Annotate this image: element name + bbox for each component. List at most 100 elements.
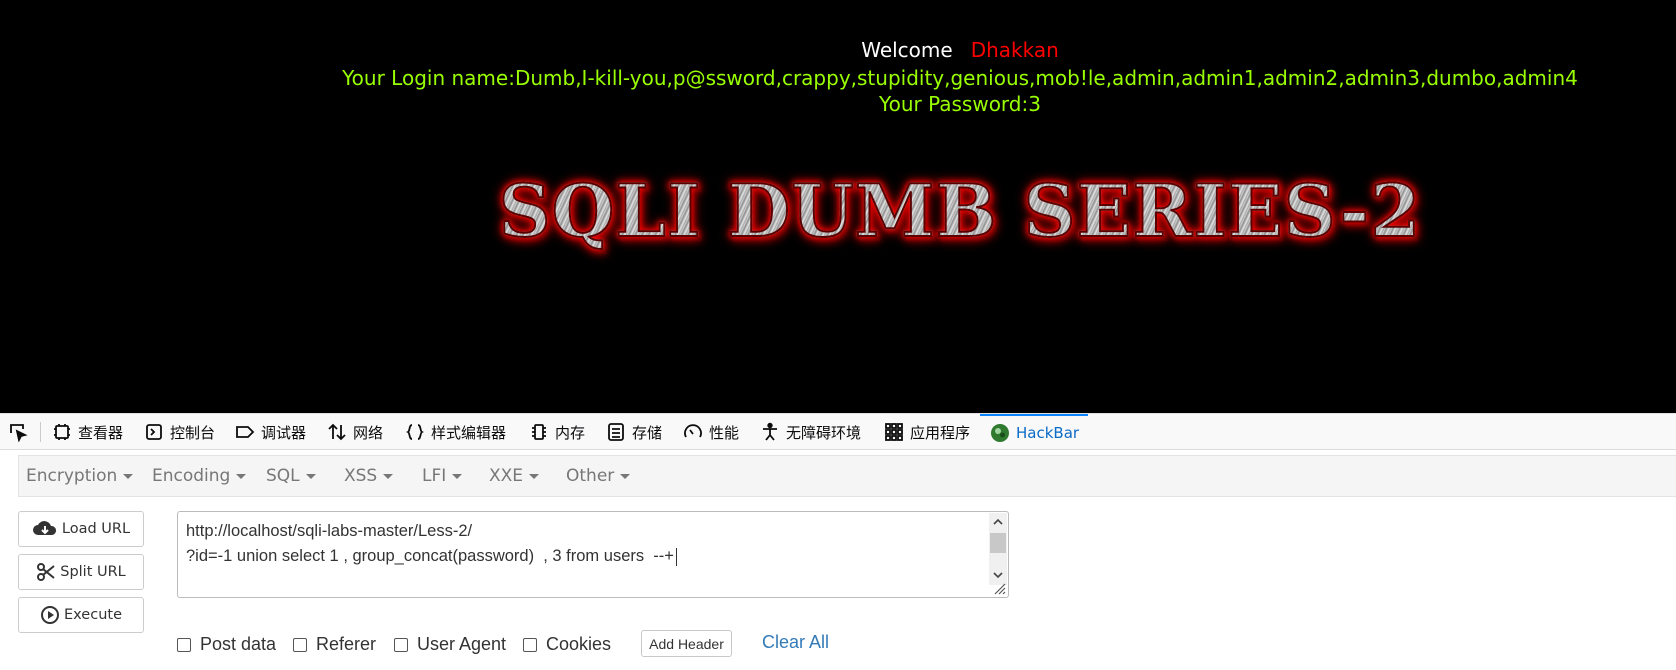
menu-label: LFI [422,466,447,486]
tab-network[interactable]: 网络 [327,414,383,450]
url-line-2: ?id=-1 union select 1 , group_concat(pas… [186,547,674,565]
url-textarea[interactable]: http://localhost/sqli-labs-master/Less-2… [177,511,1009,598]
login-name-line: Your Login name:Dumb,I-kill-you,p@ssword… [342,66,1578,90]
menu-label: XXE [489,466,524,486]
checkbox-label: Referer [316,634,377,654]
checkbox-label: Post data [200,634,277,654]
tab-label: 查看器 [78,423,124,442]
tab-label: 内存 [555,423,586,442]
tab-memory[interactable]: 内存 [529,414,585,450]
play-circle-icon [41,606,59,624]
menu-label: Encryption [26,466,118,486]
tab-label: 无障碍环境 [786,423,862,442]
tab-style-editor[interactable]: 样式编辑器 [405,414,506,450]
checkbox-box[interactable] [177,637,191,652]
post-data-checkbox[interactable]: Post data [177,634,276,655]
referer-checkbox[interactable]: Referer [293,634,376,655]
tab-debugger[interactable]: 调试器 [235,414,306,450]
url-text: http://localhost/sqli-labs-master/Less-2… [186,519,677,569]
tab-storage[interactable]: 存储 [606,414,662,450]
text-cursor [675,547,677,566]
menu-label: Encoding [152,466,231,486]
password-line: Your Password:3 [879,92,1041,116]
tab-label: HackBar [1016,424,1080,442]
menu-xxe[interactable]: XXE [489,456,540,496]
scissors-icon [37,563,55,581]
checkbox-box[interactable] [394,637,408,652]
textarea-scrollbar[interactable] [989,513,1007,585]
menu-lfi[interactable]: LFI [422,456,463,496]
menu-label: XSS [344,466,378,486]
caret-down-icon [620,473,631,479]
menu-label: SQL [266,466,300,486]
cloud-download-icon [32,521,56,535]
tab-accessibility[interactable]: 无障碍环境 [760,414,861,450]
tab-label: 控制台 [170,423,216,442]
banner-title: SQLI DUMB SERIES-2 [498,167,1422,254]
inspector-icon [52,422,72,442]
user-agent-checkbox[interactable]: User Agent [394,634,506,655]
scroll-down-icon[interactable] [992,569,1004,581]
menu-encryption[interactable]: Encryption [26,456,134,496]
element-picker-icon [8,422,28,442]
performance-icon [683,422,703,442]
scroll-up-icon[interactable] [992,516,1004,528]
tab-label: 性能 [709,423,740,442]
checkbox-box[interactable] [293,637,307,652]
checkbox-label: Cookies [546,634,612,654]
execute-label: Execute [64,607,122,623]
split-url-label: Split URL [60,564,126,580]
tab-console[interactable]: 控制台 [144,414,215,450]
menu-other[interactable]: Other [566,456,631,496]
caret-down-icon [123,473,134,479]
menu-encoding[interactable]: Encoding [152,456,247,496]
checkbox-label: User Agent [417,634,507,654]
devtools-tabbar: 查看器 控制台 调试器 网络 样式编辑器 内存 存储 性能 无障碍环境 应用程序… [0,413,1676,450]
style-editor-icon [405,422,425,442]
menu-label: Other [566,466,615,486]
console-icon [144,422,164,442]
tab-inspector[interactable]: 查看器 [52,414,123,450]
storage-icon [606,422,626,442]
tab-hackbar[interactable]: HackBar [980,414,1088,450]
caret-down-icon [305,473,316,479]
tabbar-separator [40,422,41,442]
network-icon [327,422,347,442]
accessibility-icon [760,422,780,442]
tab-label: 样式编辑器 [431,423,507,442]
scroll-thumb[interactable] [990,533,1006,553]
tab-label: 调试器 [261,423,307,442]
application-icon [884,422,904,442]
page-viewport: Welcome Dhakkan Your Login name:Dumb,I-ki… [0,0,1676,413]
cookies-checkbox[interactable]: Cookies [523,634,611,655]
execute-button[interactable]: Execute [18,597,144,633]
tab-label: 网络 [353,423,384,442]
welcome-name: Dhakkan [970,38,1059,62]
menu-sql[interactable]: SQL [266,456,316,496]
split-url-button[interactable]: Split URL [18,554,144,590]
tab-label: 存储 [632,423,663,442]
load-url-button[interactable]: Load URL [18,511,144,547]
memory-icon [529,422,549,442]
url-line-1: http://localhost/sqli-labs-master/Less-2… [186,522,473,540]
welcome-line: Welcome Dhakkan [0,38,1676,62]
tab-label: 应用程序 [910,423,971,442]
banner: SQLI DUMB SERIES-2 [0,167,1676,254]
caret-down-icon [383,473,394,479]
caret-down-icon [452,473,463,479]
resize-grip-icon[interactable] [992,581,1006,595]
load-url-label: Load URL [61,521,131,537]
menu-xss[interactable]: XSS [344,456,394,496]
hackbar-icon [990,423,1010,443]
element-picker-button[interactable] [8,414,34,450]
add-header-button[interactable]: Add Header [641,630,732,657]
tab-performance[interactable]: 性能 [683,414,739,450]
tab-application[interactable]: 应用程序 [884,414,970,450]
caret-down-icon [236,473,247,479]
hackbar-menu: Encryption Encoding SQL XSS LFI XXE Othe… [18,455,1676,497]
caret-down-icon [529,473,540,479]
debugger-icon [235,422,255,442]
clear-all-link[interactable]: Clear All [762,632,829,653]
checkbox-box[interactable] [523,637,537,652]
welcome-label: Welcome [861,38,953,62]
